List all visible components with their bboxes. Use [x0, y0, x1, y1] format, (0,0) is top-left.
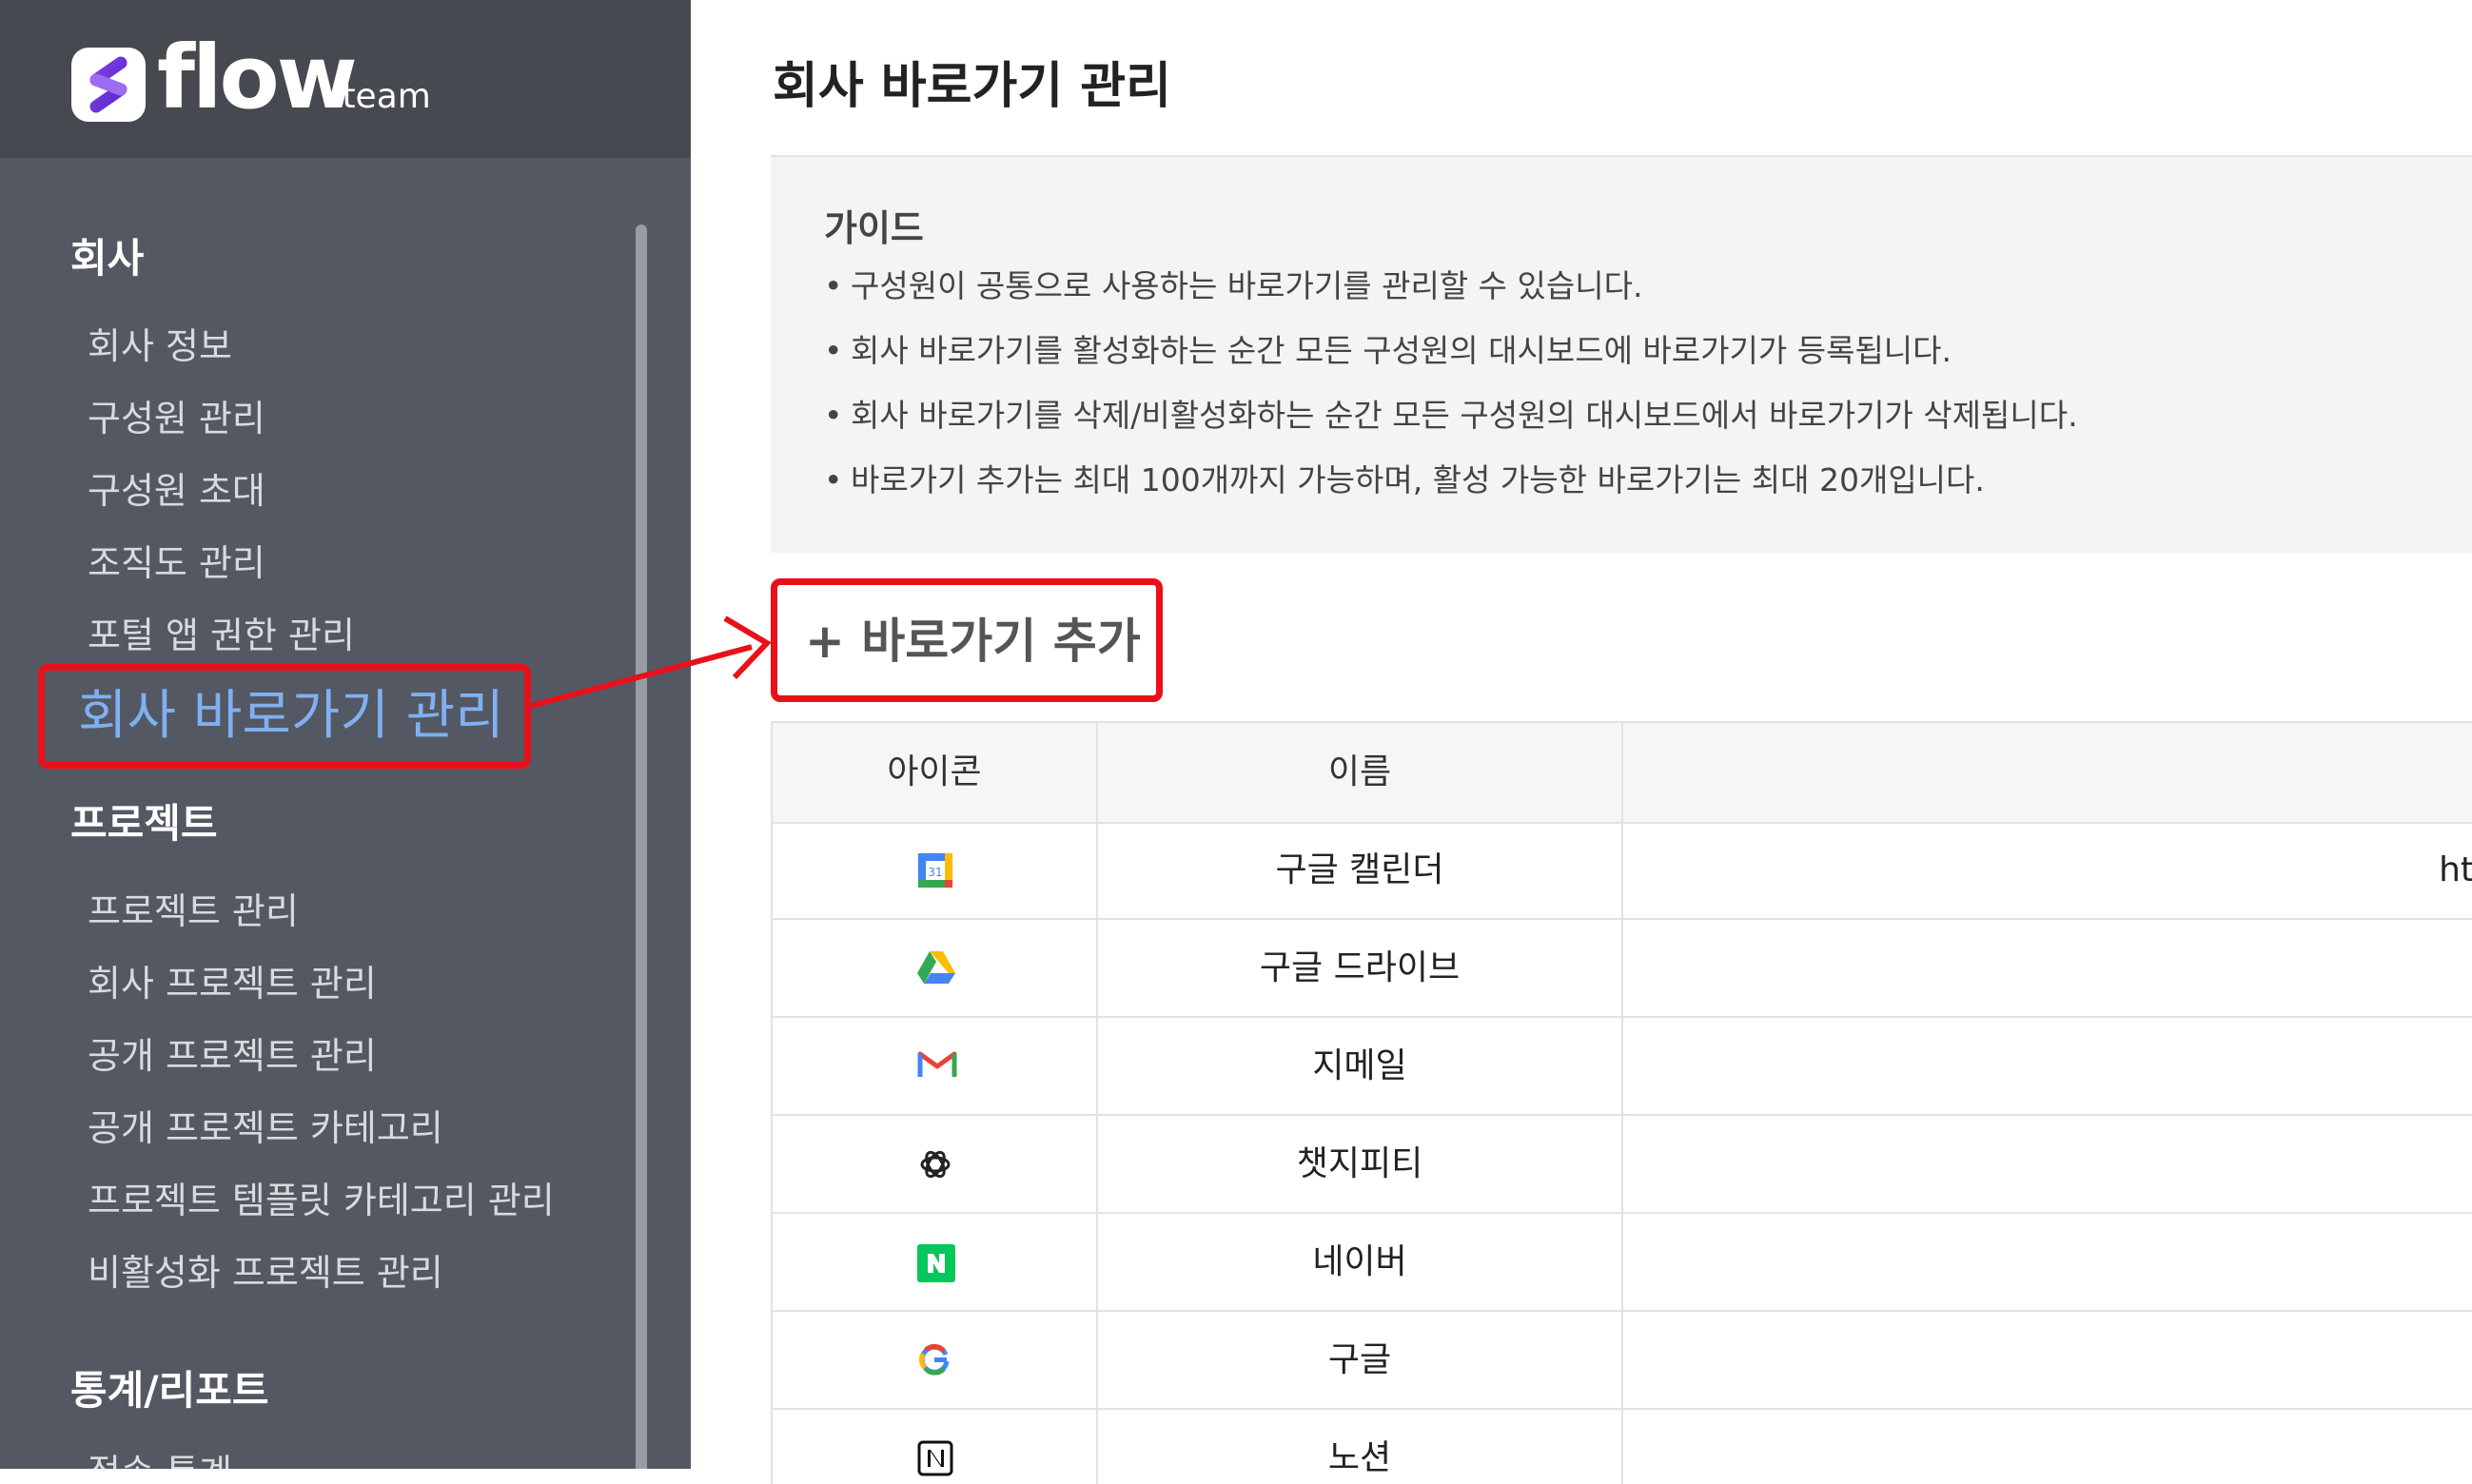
annotation-arrow [530, 615, 772, 709]
